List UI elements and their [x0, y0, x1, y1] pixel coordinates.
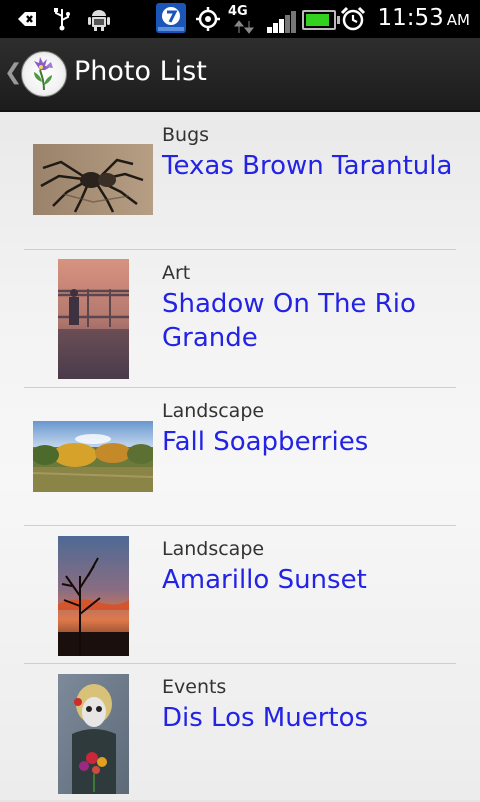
signal-icon	[267, 11, 296, 33]
signal-bar	[291, 11, 296, 33]
photo-category: Landscape	[162, 538, 265, 560]
usb-icon	[50, 7, 74, 31]
page-title: Photo List	[74, 56, 207, 87]
photo-list: Bugs Texas Brown Tarantula Art Shadow On…	[0, 112, 480, 802]
tarantula-photo	[33, 144, 153, 215]
flower-logo-icon[interactable]	[21, 51, 67, 97]
gps-icon	[194, 7, 222, 31]
battery-icon	[302, 10, 340, 30]
photo-category: Bugs	[162, 124, 210, 146]
list-item[interactable]: Events Dis Los Muertos	[0, 664, 480, 802]
photo-category: Landscape	[162, 400, 265, 422]
news-app-icon	[156, 3, 186, 33]
list-item[interactable]: Landscape Amarillo Sunset	[0, 526, 480, 664]
list-item[interactable]: Bugs Texas Brown Tarantula	[0, 112, 480, 250]
signal-bar	[279, 19, 284, 33]
photo-title-link[interactable]: Fall Soapberries	[162, 425, 462, 459]
muertos-photo	[58, 674, 129, 794]
status-clock: 11:53 AM	[378, 5, 471, 31]
battery-level-fill	[306, 14, 329, 26]
photo-category: Events	[162, 676, 227, 698]
usb-debug-icon	[14, 7, 40, 31]
soapberries-photo	[33, 421, 153, 492]
data-arrows-icon	[234, 20, 254, 34]
signal-bar	[285, 15, 290, 33]
alarm-clock-icon	[339, 6, 367, 31]
sunset-photo	[58, 536, 129, 656]
list-item[interactable]: Art Shadow On The Rio Grande	[0, 250, 480, 388]
photo-title-link[interactable]: Amarillo Sunset	[162, 563, 462, 597]
shadow-photo	[58, 259, 129, 379]
photo-title-link[interactable]: Texas Brown Tarantula	[162, 149, 462, 183]
action-bar: ❮ Photo List	[0, 38, 480, 112]
network-type-label: 4G	[228, 4, 248, 19]
photo-category: Art	[162, 262, 191, 284]
signal-bar	[273, 23, 278, 33]
photo-title-link[interactable]: Shadow On The Rio Grande	[162, 287, 462, 355]
photo-title-link[interactable]: Dis Los Muertos	[162, 701, 462, 735]
list-item[interactable]: Landscape Fall Soapberries	[0, 388, 480, 526]
back-chevron-icon[interactable]: ❮	[4, 60, 22, 85]
clock-ampm: AM	[446, 11, 470, 29]
clock-time: 11:53	[377, 5, 444, 31]
signal-bar	[267, 27, 272, 33]
android-icon	[86, 7, 112, 31]
status-bar: 4G 11:53 AM	[0, 0, 480, 38]
